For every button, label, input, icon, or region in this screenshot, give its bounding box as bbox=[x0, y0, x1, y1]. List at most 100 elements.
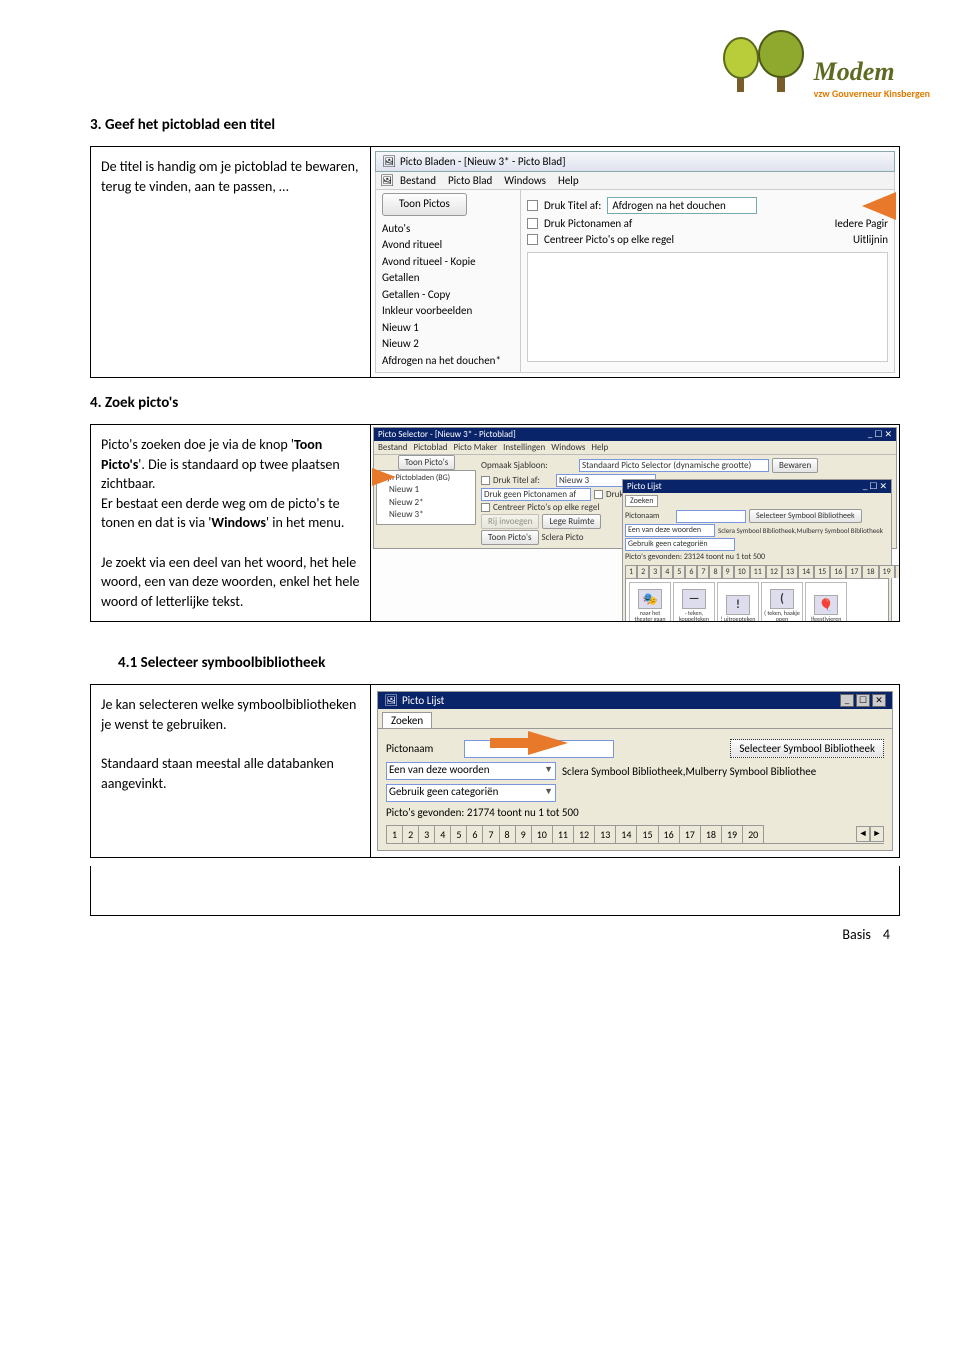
page-tab[interactable]: 19 bbox=[721, 825, 743, 843]
page-tab[interactable]: 20 bbox=[742, 825, 764, 843]
menu-item[interactable]: Instellingen bbox=[503, 442, 545, 453]
tab-zoeken[interactable]: Zoeken bbox=[625, 495, 658, 507]
menu-bestand[interactable]: Bestand bbox=[400, 174, 436, 187]
page-tab[interactable]: 6 bbox=[466, 825, 483, 843]
checkbox-druk-titel[interactable] bbox=[527, 200, 538, 211]
toon-pictos-button[interactable]: Toon Picto's bbox=[398, 455, 456, 470]
page-tab[interactable]: 8 bbox=[709, 565, 721, 578]
page-tab[interactable]: 7 bbox=[697, 565, 709, 578]
select[interactable]: Druk geen Pictonamen af bbox=[481, 488, 591, 501]
page-tab[interactable]: 4 bbox=[661, 565, 673, 578]
page-tab[interactable]: 4 bbox=[434, 825, 451, 843]
scroll-left-icon[interactable]: ◄ bbox=[856, 826, 870, 842]
bibliotheek-value: Sclera Symbool Bibliotheek,Mulberry Symb… bbox=[718, 526, 889, 535]
tab-zoeken[interactable]: Zoeken bbox=[382, 712, 432, 728]
pictonaam-input[interactable] bbox=[676, 510, 746, 523]
rij-invoegen-button[interactable]: Rij invoegen bbox=[481, 514, 539, 529]
side-item[interactable]: Getallen - Copy bbox=[382, 287, 514, 304]
side-item[interactable]: Inkleur voorbeelden bbox=[382, 303, 514, 320]
lege-ruimte-button[interactable]: Lege Ruimte bbox=[542, 514, 601, 529]
tree-item[interactable]: Nieuw 2* bbox=[389, 497, 473, 510]
tree-item[interactable]: Nieuw 3* bbox=[389, 509, 473, 522]
page-tab[interactable]: 3 bbox=[418, 825, 435, 843]
page-tab[interactable]: 15 bbox=[636, 825, 658, 843]
scroll-right-icon[interactable]: ► bbox=[870, 826, 884, 842]
checkbox-pictonamen[interactable] bbox=[527, 218, 538, 229]
page-tab[interactable]: 2 bbox=[637, 565, 649, 578]
page-tab[interactable]: 14 bbox=[615, 825, 637, 843]
menu-pictoblad[interactable]: Picto Blad bbox=[448, 174, 492, 187]
selecteer-bibliotheek-button[interactable]: Selecteer Symbool Bibliotheek bbox=[730, 739, 884, 758]
side-item[interactable]: Avond ritueel - Kopie bbox=[382, 254, 514, 271]
app-icon: 🖼 bbox=[382, 155, 396, 168]
page-tab[interactable]: 18 bbox=[862, 565, 878, 578]
page-tab[interactable]: 10 bbox=[734, 565, 750, 578]
page-tab[interactable]: 1 bbox=[625, 565, 637, 578]
page-tab[interactable]: 20 bbox=[895, 565, 899, 578]
menu-item[interactable]: Windows bbox=[551, 442, 585, 453]
page-tab[interactable]: 12 bbox=[766, 565, 782, 578]
minimize-icon[interactable]: _ bbox=[840, 694, 854, 707]
select-sjabloon[interactable]: Standaard Picto Selector (dynamische gro… bbox=[579, 459, 769, 472]
side-item[interactable]: Avond ritueel bbox=[382, 237, 514, 254]
picto-item[interactable]: (( teken, haakje open bbox=[761, 582, 803, 621]
picto-item[interactable]: 🎈(feest)vieren bbox=[805, 582, 847, 621]
footer: Basis 4 bbox=[90, 926, 900, 943]
page-tab[interactable]: 9 bbox=[515, 825, 532, 843]
checkbox[interactable] bbox=[594, 490, 603, 499]
menu-help[interactable]: Help bbox=[558, 174, 579, 187]
title-input[interactable]: Afdrogen na het douchen bbox=[607, 197, 757, 214]
menu-windows[interactable]: Windows bbox=[504, 174, 546, 187]
page-tab[interactable]: 10 bbox=[531, 825, 553, 843]
page-tab[interactable]: 13 bbox=[782, 565, 798, 578]
checkbox-centreer[interactable] bbox=[527, 234, 538, 245]
fig2: Picto Selector - [Nieuw 3* - Pictoblad] … bbox=[373, 427, 897, 549]
page-tab[interactable]: 7 bbox=[482, 825, 499, 843]
select-zoekmodus[interactable]: Een van deze woorden bbox=[625, 524, 715, 537]
menu-item[interactable]: Help bbox=[591, 442, 608, 453]
page-tab[interactable]: 11 bbox=[750, 565, 766, 578]
toon-pictos-button[interactable]: Toon Picto's bbox=[481, 530, 539, 545]
page-tab[interactable]: 19 bbox=[879, 565, 895, 578]
page-tab[interactable]: 13 bbox=[594, 825, 616, 843]
picto-item[interactable]: 🎭naar het theater gaan bbox=[629, 582, 671, 621]
checkbox[interactable] bbox=[481, 476, 490, 485]
menu-item[interactable]: Bestand bbox=[378, 442, 407, 453]
page-tab[interactable]: 17 bbox=[679, 825, 701, 843]
side-item[interactable]: Getallen bbox=[382, 270, 514, 287]
picto-item[interactable]: —- teken, koppelteken bbox=[673, 582, 715, 621]
page-tab[interactable]: 17 bbox=[846, 565, 862, 578]
page-tab[interactable]: 5 bbox=[450, 825, 467, 843]
page-tab[interactable]: 9 bbox=[722, 565, 734, 578]
page-tab[interactable]: 16 bbox=[830, 565, 846, 578]
toon-pictos-button[interactable]: Toon Pictos bbox=[382, 193, 467, 216]
page-tab[interactable]: 6 bbox=[685, 565, 697, 578]
side-item[interactable]: Afdrogen na het douchen* bbox=[382, 353, 514, 370]
page-tab[interactable]: 18 bbox=[700, 825, 722, 843]
page-tab[interactable]: 5 bbox=[673, 565, 685, 578]
tree-item[interactable]: Nieuw 1 bbox=[389, 484, 473, 497]
page-tab[interactable]: 16 bbox=[658, 825, 680, 843]
selecteer-bibliotheek-button[interactable]: Selecteer Symbool Bibliotheek bbox=[749, 509, 862, 523]
menu-item[interactable]: Picto Maker bbox=[454, 442, 498, 453]
menu-item[interactable]: Pictoblad bbox=[413, 442, 447, 453]
page-tab[interactable]: 3 bbox=[649, 565, 661, 578]
checkbox[interactable] bbox=[481, 503, 490, 512]
bewaren-button[interactable]: Bewaren bbox=[772, 458, 818, 473]
page-tab[interactable]: 12 bbox=[573, 825, 595, 843]
side-item[interactable]: Nieuw 1 bbox=[382, 320, 514, 337]
side-item[interactable]: Nieuw 2 bbox=[382, 336, 514, 353]
page-tab[interactable]: 1 bbox=[386, 825, 403, 843]
close-icon[interactable]: ✕ bbox=[872, 694, 886, 707]
select-categorie[interactable]: Gebruik geen categoriën bbox=[625, 538, 735, 551]
page-tab[interactable]: 8 bbox=[499, 825, 516, 843]
side-item[interactable]: Auto's bbox=[382, 221, 514, 238]
select-zoekmodus[interactable]: Een van deze woorden bbox=[386, 762, 556, 780]
page-tab[interactable]: 2 bbox=[402, 825, 419, 843]
maximize-icon[interactable]: ☐ bbox=[856, 694, 870, 707]
picto-item[interactable]: !! uitroepteken bbox=[717, 582, 759, 621]
page-tab[interactable]: 15 bbox=[814, 565, 830, 578]
page-tab[interactable]: 14 bbox=[798, 565, 814, 578]
page-tab[interactable]: 11 bbox=[552, 825, 574, 843]
select-categorie[interactable]: Gebruik geen categoriën bbox=[386, 784, 556, 802]
